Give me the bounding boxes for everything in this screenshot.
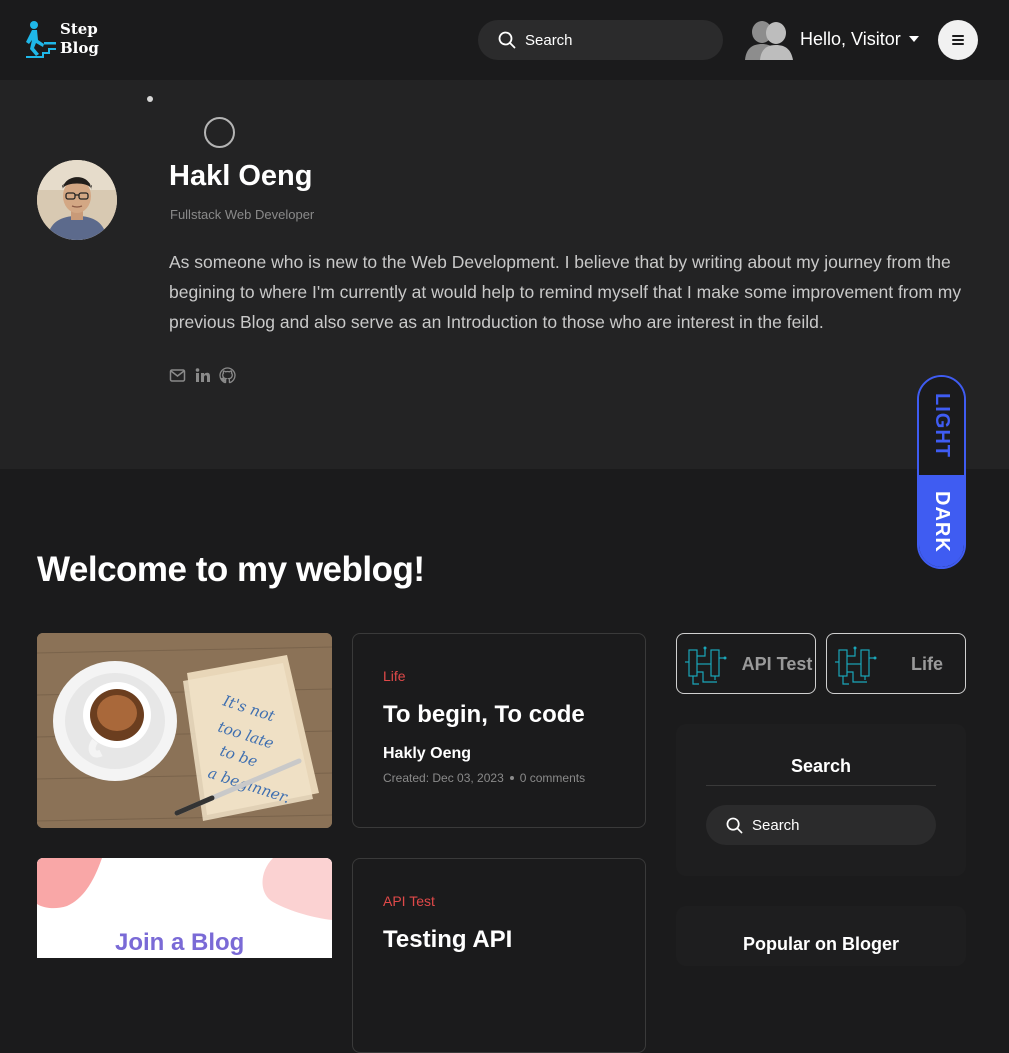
post-created-date: Created: Dec 03, 2023: [383, 771, 504, 785]
category-chip-api-test[interactable]: API Test: [676, 633, 816, 694]
email-icon[interactable]: [169, 367, 186, 384]
join-blog-illustration: Join a Blog: [37, 858, 332, 958]
github-icon[interactable]: [219, 367, 236, 384]
author-role: Fullstack Web Developer: [170, 207, 315, 222]
post-category[interactable]: API Test: [383, 893, 435, 909]
theme-dark-label: DARK: [931, 491, 953, 553]
search-icon: [498, 31, 516, 49]
hamburger-icon: [952, 35, 964, 45]
page-heading: Welcome to my weblog!: [37, 550, 425, 589]
linkedin-icon[interactable]: [194, 367, 211, 384]
post-thumbnail[interactable]: It's not too late to be a beginner.: [37, 633, 332, 828]
author-name: Hakl Oeng: [169, 160, 313, 192]
post-title[interactable]: To begin, To code: [383, 701, 585, 729]
social-links: [169, 367, 236, 384]
user-greeting: Hello, Visitor: [800, 28, 901, 49]
post-card[interactable]: API Test Testing API: [352, 858, 646, 1053]
popular-widget: Popular on Bloger: [676, 906, 966, 966]
search-widget: Search: [676, 724, 966, 876]
author-bio: As someone who is new to the Web Develop…: [169, 252, 962, 332]
search-icon: [726, 817, 743, 833]
widget-title: Search: [706, 756, 936, 786]
post-author: Hakly Oeng: [383, 745, 472, 762]
post-category[interactable]: Life: [383, 668, 406, 684]
theme-light-label: LIGHT: [931, 392, 953, 458]
category-chip-label: Life: [910, 653, 943, 674]
navbar-search[interactable]: [478, 20, 723, 60]
sidebar-search-input[interactable]: [752, 816, 922, 834]
widget-title: Popular on Bloger: [742, 934, 899, 954]
author-avatar: [37, 160, 117, 240]
category-chip-label: API Test: [741, 653, 813, 674]
theme-dark-option[interactable]: DARK: [919, 475, 964, 567]
logo-text-line1: Step: [60, 20, 98, 38]
search-input[interactable]: [525, 31, 705, 49]
meta-separator-dot: [509, 776, 514, 780]
post-image-text: Join a Blog: [115, 929, 244, 956]
category-chip-life[interactable]: Life: [826, 633, 966, 694]
logo-text-line2: Blog: [60, 39, 99, 57]
users-avatar-icon: [745, 21, 793, 60]
navbar: Step Blog Hello, Visitor: [0, 0, 1009, 80]
theme-toggle[interactable]: LIGHT DARK: [917, 375, 966, 569]
logo[interactable]: Step Blog: [24, 20, 99, 58]
decorative-ring: [204, 117, 235, 148]
theme-light-option[interactable]: LIGHT: [919, 377, 964, 473]
post-comment-count: 0 comments: [519, 771, 586, 785]
circuit-icon: [685, 646, 727, 685]
sidebar-search[interactable]: [706, 805, 936, 845]
menu-button[interactable]: [938, 20, 978, 60]
post-title[interactable]: Testing API: [383, 926, 512, 954]
circuit-icon: [835, 646, 877, 685]
profile-photo: [37, 160, 117, 240]
post-meta: Created: Dec 03, 2023 0 comments: [383, 771, 585, 785]
chevron-down-icon: [908, 36, 919, 42]
stairs-walker-icon: [26, 21, 56, 58]
coffee-note-illustration: It's not too late to be a beginner.: [37, 633, 332, 828]
decorative-dot: [147, 96, 153, 102]
user-menu[interactable]: Hello, Visitor: [745, 18, 919, 60]
post-thumbnail[interactable]: Join a Blog: [37, 858, 332, 958]
post-card[interactable]: Life To begin, To code Hakly Oeng Create…: [352, 633, 646, 828]
